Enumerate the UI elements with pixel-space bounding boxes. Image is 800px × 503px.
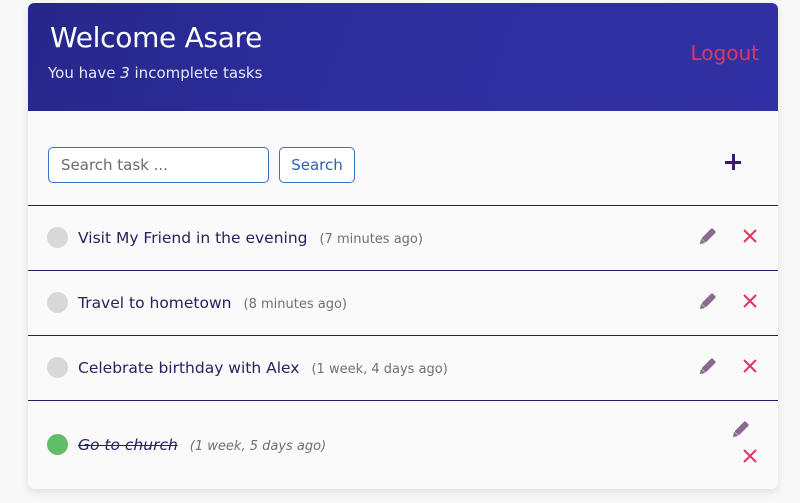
task-label: Go to church (1 week, 5 days ago) <box>78 436 326 454</box>
task-status-toggle[interactable] <box>47 434 68 455</box>
summary-prefix: You have <box>48 64 121 82</box>
close-icon <box>743 294 757 308</box>
welcome-title: Welcome Asare <box>50 21 263 54</box>
add-task-button[interactable] <box>720 149 746 175</box>
task-item-completed: Go to church (1 week, 5 days ago) <box>28 401 778 489</box>
task-title: Celebrate birthday with Alex <box>78 359 300 377</box>
logout-link[interactable]: Logout <box>691 41 759 65</box>
task-status-toggle[interactable] <box>47 227 68 248</box>
task-time: (1 week, 5 days ago) <box>189 439 327 454</box>
close-icon <box>743 229 757 243</box>
delete-task-button[interactable] <box>741 227 759 245</box>
task-item: Visit My Friend in the evening (7 minutes… <box>28 206 778 271</box>
pencil-icon <box>732 421 749 438</box>
task-status-toggle[interactable] <box>47 292 68 313</box>
delete-task-button[interactable] <box>741 357 759 375</box>
task-title: Travel to hometown <box>78 294 232 312</box>
edit-task-button[interactable] <box>696 356 718 378</box>
todo-card: Welcome Asare You have 3 incomplete task… <box>28 3 778 489</box>
task-list: Visit My Friend in the evening (7 minutes… <box>28 206 778 489</box>
search-button[interactable]: Search <box>279 147 355 183</box>
task-title: Go to church <box>78 436 178 454</box>
task-label: Travel to hometown (8 minutes ago) <box>78 294 347 312</box>
delete-task-button[interactable] <box>741 447 759 465</box>
edit-task-button[interactable] <box>696 226 718 248</box>
toolbar: Search <box>28 111 778 206</box>
pencil-icon <box>699 228 716 245</box>
task-label: Visit My Friend in the evening (7 minutes… <box>78 229 423 247</box>
task-status-toggle[interactable] <box>47 357 68 378</box>
search-input[interactable] <box>48 147 269 183</box>
header: Welcome Asare You have 3 incomplete task… <box>28 3 778 111</box>
task-item: Travel to hometown (8 minutes ago) <box>28 271 778 336</box>
close-icon <box>743 359 757 373</box>
edit-task-button[interactable] <box>729 419 751 441</box>
edit-task-button[interactable] <box>696 291 718 313</box>
task-item: Celebrate birthday with Alex (1 week, 4 d… <box>28 336 778 401</box>
delete-task-button[interactable] <box>741 292 759 310</box>
task-time: (1 week, 4 days ago) <box>311 362 448 377</box>
task-time: (7 minutes ago) <box>319 232 423 247</box>
incomplete-summary: You have 3 incomplete tasks <box>48 64 262 82</box>
close-icon <box>743 449 757 463</box>
task-title: Visit My Friend in the evening <box>78 229 308 247</box>
incomplete-count: 3 <box>120 64 130 82</box>
task-label: Celebrate birthday with Alex (1 week, 4 d… <box>78 359 448 377</box>
pencil-icon <box>699 358 716 375</box>
task-time: (8 minutes ago) <box>243 297 347 312</box>
pencil-icon <box>699 293 716 310</box>
summary-suffix: incomplete tasks <box>129 64 263 82</box>
